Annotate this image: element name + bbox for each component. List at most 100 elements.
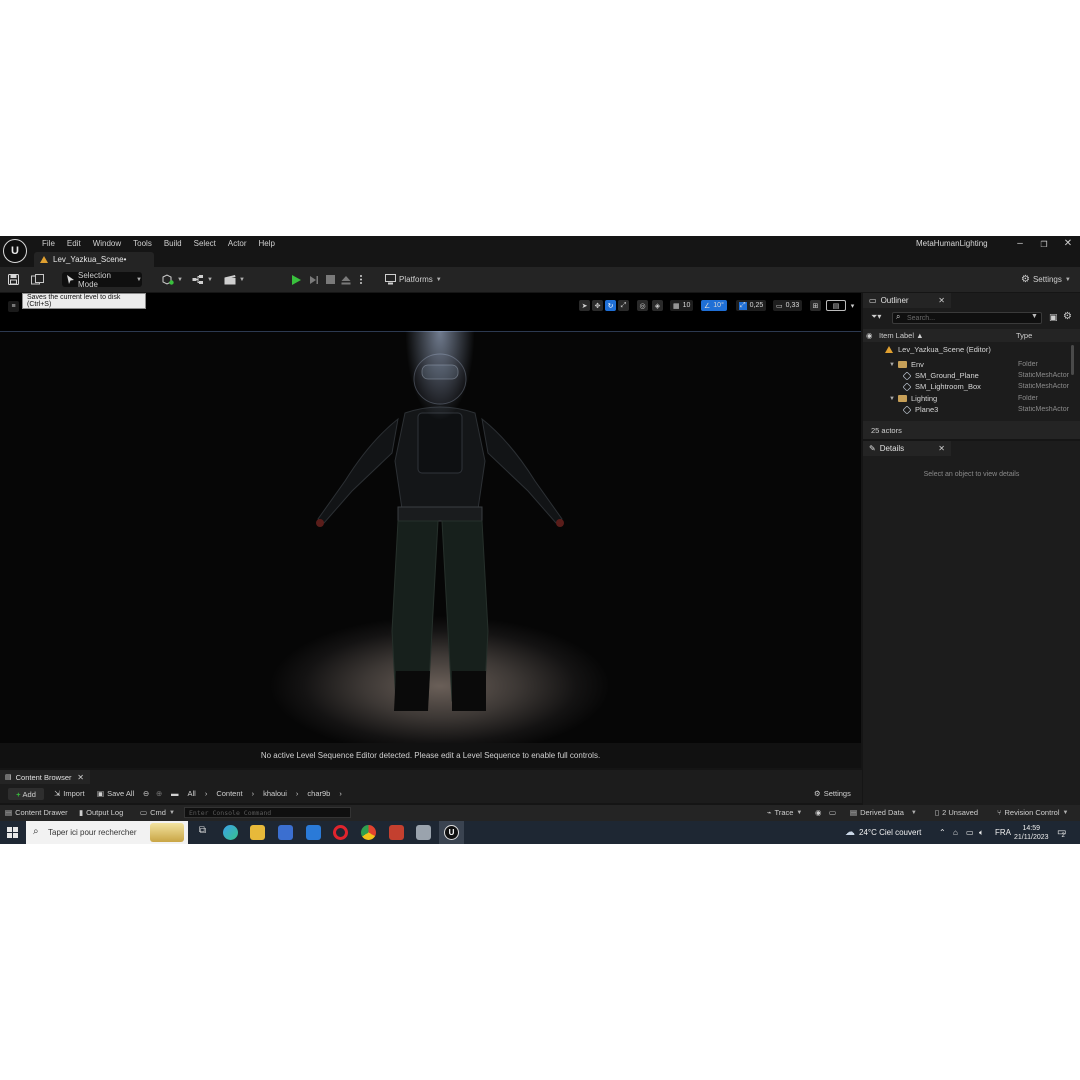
eject-button[interactable]: [341, 272, 351, 287]
minimize-button[interactable]: –: [1013, 238, 1027, 249]
chrome-icon[interactable]: [361, 825, 376, 840]
volume-icon[interactable]: 🔈︎: [979, 821, 984, 844]
menu-build[interactable]: Build: [158, 238, 188, 250]
monitor-icon[interactable]: ▭: [829, 808, 836, 817]
unreal-logo-icon[interactable]: U: [3, 239, 27, 263]
notifications-button[interactable]: ▭ 2: [1057, 821, 1066, 844]
scale-icon[interactable]: ⤢: [618, 300, 629, 311]
translate-icon[interactable]: ✥: [592, 300, 603, 311]
import-button[interactable]: ⇲ Import: [54, 789, 85, 798]
unsaved-button[interactable]: ▯ 2 Unsaved: [935, 808, 978, 817]
type-column[interactable]: Type: [1016, 331, 1032, 340]
content-drawer-button[interactable]: ▤ Content Drawer: [5, 808, 68, 817]
breadcrumb-khaloui[interactable]: khaloui: [263, 789, 287, 798]
menu-file[interactable]: File: [36, 238, 61, 250]
surface-snap-icon[interactable]: ◈: [652, 300, 663, 311]
details-tab[interactable]: ✎ Details ✕: [863, 441, 951, 456]
file-explorer-icon[interactable]: [250, 825, 265, 840]
menu-actor[interactable]: Actor: [222, 238, 253, 250]
tree-row[interactable]: SM_Lightroom_Box StaticMeshActor: [902, 381, 1080, 392]
tree-row[interactable]: Plane3 StaticMeshActor: [902, 404, 1080, 415]
content-browser-tab[interactable]: ▤ Content Browser ✕: [0, 770, 90, 784]
platforms-dropdown[interactable]: Platforms ▼: [385, 272, 442, 287]
cinematics-button[interactable]: ▼: [224, 272, 245, 287]
item-label-column[interactable]: Item Label ▲: [879, 331, 924, 340]
save-level-button[interactable]: [8, 272, 19, 287]
network-icon[interactable]: ⌂: [953, 821, 958, 844]
select-mode-icon[interactable]: ➤: [579, 300, 590, 311]
display-icon[interactable]: ▭: [966, 821, 974, 844]
output-log-button[interactable]: ▮ Output Log: [79, 808, 123, 817]
content-settings-button[interactable]: ⚙ Settings: [814, 789, 851, 798]
record-icon[interactable]: ◉: [815, 808, 822, 817]
menu-edit[interactable]: Edit: [61, 238, 87, 250]
outliner-search-input[interactable]: Search...: [892, 312, 1042, 324]
source-control-button[interactable]: [31, 272, 44, 287]
stop-button[interactable]: [326, 272, 335, 287]
tree-row[interactable]: ▼ Lighting Folder: [889, 393, 1080, 404]
restore-button[interactable]: ❐: [1037, 240, 1051, 249]
add-content-button[interactable]: ▼: [162, 272, 183, 287]
expand-arrow-icon[interactable]: ▼: [889, 396, 895, 402]
tree-row[interactable]: SM_Ground_Plane StaticMeshActor: [902, 370, 1080, 381]
viewport-menu-icon[interactable]: ≡: [8, 301, 19, 312]
level-viewport[interactable]: ≡ ➤ ✥ ↻ ⤢ ◎ ◈ ▦ 10 ∠ 10° ⤢ 0,25 ▭ 0,33 ⊞ ▤ ▾: [0, 293, 861, 768]
menu-help[interactable]: Help: [253, 238, 281, 250]
close-button[interactable]: ✕: [1061, 238, 1075, 249]
microsoft-store-icon[interactable]: [278, 825, 293, 840]
grid-snap-toggle[interactable]: ▦ 10: [670, 300, 694, 311]
layout-icon[interactable]: ▤: [826, 300, 846, 311]
outliner-tab[interactable]: ▭ Outliner ✕: [863, 293, 951, 308]
menu-select[interactable]: Select: [188, 238, 222, 250]
cmd-dropdown[interactable]: ▭ Cmd ▼: [140, 808, 175, 817]
media-app-icon[interactable]: [389, 825, 404, 840]
image-viewer-icon[interactable]: [416, 825, 431, 840]
world-local-icon[interactable]: ◎: [637, 300, 648, 311]
add-button[interactable]: + Add: [8, 788, 44, 800]
skip-frame-button[interactable]: [309, 272, 319, 287]
level-tab[interactable]: Lev_Yazkua_Scene•: [34, 252, 154, 267]
close-icon[interactable]: ✕: [938, 296, 945, 305]
edge-browser-icon[interactable]: [223, 825, 238, 840]
selection-mode-dropdown[interactable]: Selection Mode ▼: [62, 271, 142, 289]
rotation-snap-toggle[interactable]: ∠ 10°: [701, 300, 727, 311]
console-command-input[interactable]: Enter Console Command: [184, 807, 351, 818]
settings-dropdown[interactable]: ⚙ Settings ▼: [1021, 272, 1071, 287]
menu-tools[interactable]: Tools: [127, 238, 158, 250]
blueprints-button[interactable]: ▼: [192, 272, 213, 287]
gear-icon[interactable]: ⚙: [1063, 311, 1072, 322]
add-folder-icon[interactable]: ▣: [1049, 312, 1058, 323]
breadcrumb-all[interactable]: All: [188, 789, 196, 798]
close-icon[interactable]: ✕: [938, 444, 945, 453]
maximize-viewport-icon[interactable]: ⊞: [810, 300, 821, 311]
play-options-button[interactable]: [359, 272, 363, 287]
tree-row[interactable]: Lev_Yazkua_Scene (Editor): [885, 344, 1080, 355]
history-forward-button[interactable]: ⊕: [156, 789, 162, 798]
weather-widget[interactable]: ☁ 24°C Ciel couvert: [845, 821, 921, 844]
play-button[interactable]: [292, 272, 301, 287]
filter-icon[interactable]: ⏷▾: [871, 312, 881, 322]
chevron-down-icon[interactable]: ▾: [847, 300, 858, 311]
unreal-taskbar-button[interactable]: U: [439, 821, 464, 844]
windows-start-icon[interactable]: [7, 827, 18, 838]
history-back-button[interactable]: ⊖: [143, 789, 149, 798]
trace-dropdown[interactable]: ⌁ Trace ▼: [767, 808, 802, 817]
outliner-scrollbar[interactable]: [1071, 345, 1074, 375]
mail-icon[interactable]: [306, 825, 321, 840]
revision-control-dropdown[interactable]: ⑂ Revision Control ▼: [997, 808, 1068, 817]
breadcrumb-content[interactable]: Content: [216, 789, 242, 798]
scale-snap-toggle[interactable]: ⤢ 0,25: [736, 300, 767, 311]
clock[interactable]: 14:59 21/11/2023: [1014, 821, 1049, 844]
breadcrumb-char9b[interactable]: char9b: [307, 789, 330, 798]
language-indicator[interactable]: FRA: [995, 821, 1011, 844]
tray-chevron-up-icon[interactable]: ⌃: [939, 821, 946, 844]
derived-data-button[interactable]: ▤ Derived Data ▼: [850, 808, 917, 817]
camera-speed-button[interactable]: ▭ 0,33: [773, 300, 803, 311]
expand-arrow-icon[interactable]: ▼: [889, 362, 895, 368]
save-all-button[interactable]: ▣ Save All: [97, 789, 134, 798]
opera-icon[interactable]: [333, 825, 348, 840]
task-view-icon[interactable]: ⧉: [195, 825, 210, 840]
visibility-eye-icon[interactable]: ◉: [866, 331, 873, 340]
close-icon[interactable]: ✕: [77, 773, 84, 782]
menu-window[interactable]: Window: [87, 238, 127, 250]
